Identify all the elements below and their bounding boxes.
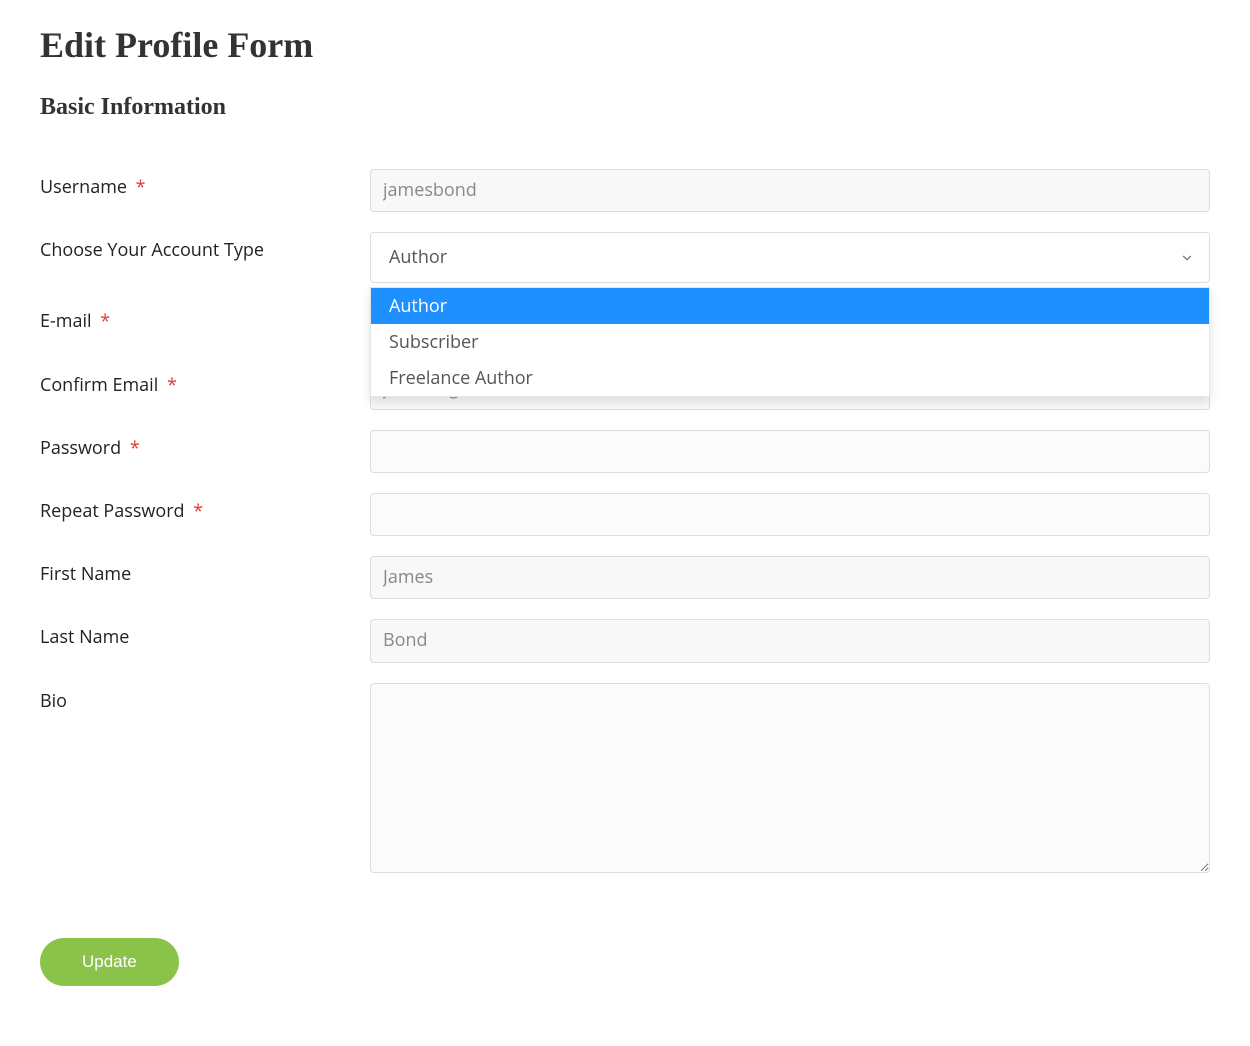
edit-profile-form: Username * Choose Your Account Type Auth… xyxy=(40,169,1210,986)
first-name-input[interactable] xyxy=(370,556,1210,599)
dropdown-option-freelance-author[interactable]: Freelance Author xyxy=(371,360,1209,396)
row-password: Password * xyxy=(40,430,1210,473)
row-last-name: Last Name xyxy=(40,619,1210,662)
account-type-dropdown: Author Subscriber Freelance Author xyxy=(370,287,1210,397)
row-username: Username * xyxy=(40,169,1210,212)
label-bio: Bio xyxy=(40,683,370,713)
section-title: Basic Information xyxy=(40,94,1210,121)
account-type-select[interactable]: Author Author Subscriber Freelance Autho… xyxy=(370,232,1210,283)
row-account-type: Choose Your Account Type Author Author S… xyxy=(40,232,1210,283)
label-text: Last Name xyxy=(40,625,129,649)
label-last-name: Last Name xyxy=(40,619,370,649)
label-text: Repeat Password xyxy=(40,499,185,523)
label-confirm-email: Confirm Email * xyxy=(40,367,370,397)
required-marker: * xyxy=(130,436,140,460)
repeat-password-input[interactable] xyxy=(370,493,1210,536)
row-bio: Bio xyxy=(40,683,1210,878)
dropdown-option-subscriber[interactable]: Subscriber xyxy=(371,324,1209,360)
required-marker: * xyxy=(193,499,203,523)
required-marker: * xyxy=(100,309,110,333)
label-account-type: Choose Your Account Type xyxy=(40,232,370,262)
username-input[interactable] xyxy=(370,169,1210,212)
label-text: E-mail xyxy=(40,309,92,333)
required-marker: * xyxy=(167,373,177,397)
password-input[interactable] xyxy=(370,430,1210,473)
label-password: Password * xyxy=(40,430,370,460)
label-text: Confirm Email xyxy=(40,373,158,397)
label-username: Username * xyxy=(40,169,370,199)
label-repeat-password: Repeat Password * xyxy=(40,493,370,523)
page-title: Edit Profile Form xyxy=(40,24,1210,66)
label-text: Username xyxy=(40,175,127,199)
last-name-input[interactable] xyxy=(370,619,1210,662)
label-text: Bio xyxy=(40,689,67,713)
account-type-selected[interactable]: Author xyxy=(370,232,1210,283)
row-first-name: First Name xyxy=(40,556,1210,599)
bio-textarea[interactable] xyxy=(370,683,1210,873)
dropdown-option-author[interactable]: Author xyxy=(371,288,1209,324)
update-button[interactable]: Update xyxy=(40,938,179,986)
label-email: E-mail * xyxy=(40,303,370,333)
label-text: Choose Your Account Type xyxy=(40,238,264,262)
label-text: First Name xyxy=(40,562,131,586)
row-repeat-password: Repeat Password * xyxy=(40,493,1210,536)
label-text: Password xyxy=(40,436,121,460)
required-marker: * xyxy=(136,175,146,199)
label-first-name: First Name xyxy=(40,556,370,586)
